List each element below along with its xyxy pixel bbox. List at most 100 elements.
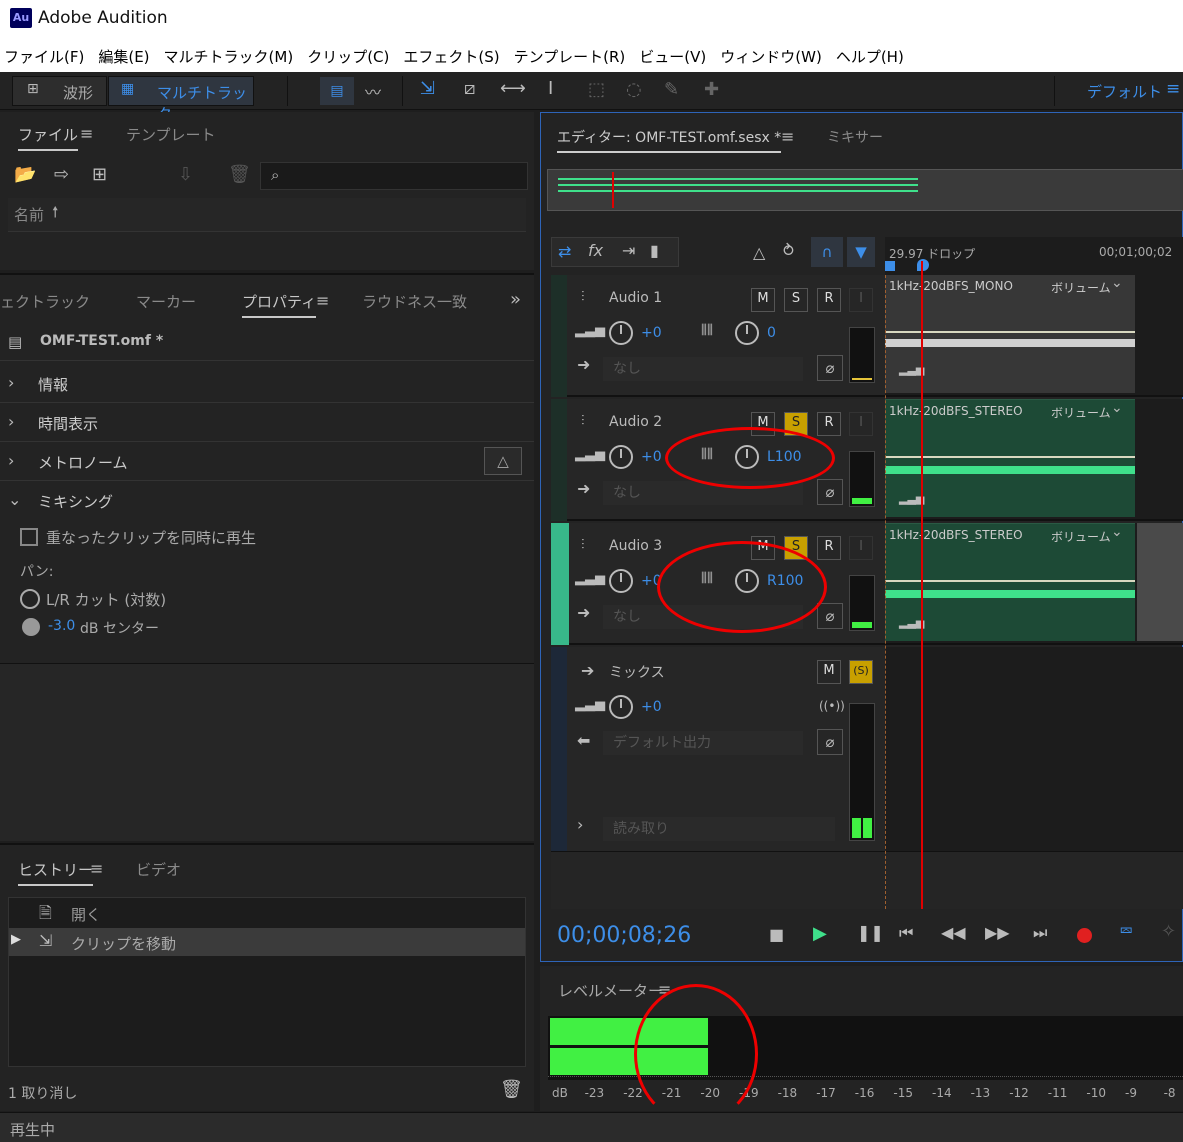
pan-option-center-radio[interactable]: [22, 618, 40, 636]
more-tabs-icon[interactable]: »: [510, 289, 521, 310]
insert-icon[interactable]: ⇩: [178, 164, 193, 185]
solo-button[interactable]: S: [784, 288, 808, 312]
history-item[interactable]: 🗎 開く: [9, 898, 525, 927]
brush-tool-icon[interactable]: ✎: [664, 79, 679, 100]
workspace-label[interactable]: デフォルト: [1087, 81, 1162, 102]
record-arm-button[interactable]: R: [817, 536, 841, 560]
trash-icon[interactable]: 🗑: [500, 1079, 523, 1100]
automation-mode-select[interactable]: 読み取り: [603, 817, 835, 841]
menu-window[interactable]: ウィンドウ(W): [720, 46, 822, 67]
menu-clip[interactable]: クリップ(C): [307, 46, 389, 67]
loop-icon[interactable]: ⥁: [783, 241, 794, 260]
tab-history[interactable]: ヒストリー: [18, 859, 94, 886]
metronome-toggle-icon[interactable]: △: [753, 243, 765, 262]
tab-templates[interactable]: テンプレート: [126, 124, 216, 145]
chevron-down-icon[interactable]: ⌄: [1111, 400, 1123, 416]
skip-previous-icon[interactable]: ⏮: [899, 923, 913, 943]
marquee-tool-icon[interactable]: ⬚: [588, 79, 605, 100]
volume-value[interactable]: +0: [641, 325, 662, 341]
volume-knob[interactable]: [609, 569, 633, 593]
menu-effects[interactable]: エフェクト(S): [403, 46, 499, 67]
input-select[interactable]: なし: [603, 357, 803, 381]
input-monitor-button[interactable]: I: [849, 412, 873, 436]
menu-multitrack[interactable]: マルチトラック(M): [164, 46, 294, 67]
inputs-outputs-icon[interactable]: ⇄: [558, 242, 571, 261]
move-tool-icon[interactable]: ⇲: [420, 78, 435, 99]
solo-safe-button[interactable]: (S): [849, 660, 873, 684]
track-name[interactable]: Audio 3: [609, 538, 662, 554]
session-overview[interactable]: [547, 169, 1183, 211]
tab-loudness-match[interactable]: ラウドネス一致: [362, 291, 467, 312]
chevron-down-icon[interactable]: ⌄: [1111, 524, 1123, 540]
pan-knob[interactable]: [735, 321, 759, 345]
chevron-down-icon[interactable]: ⌄: [1111, 275, 1123, 291]
effects-icon[interactable]: fx: [588, 241, 603, 260]
new-file-icon[interactable]: ⊞: [92, 164, 107, 185]
lasso-tool-icon[interactable]: ◌: [626, 79, 642, 100]
track-name[interactable]: Audio 2: [609, 414, 662, 430]
record-arm-button[interactable]: R: [817, 288, 841, 312]
menu-view[interactable]: ビュー(V): [639, 46, 706, 67]
tab-effects-rack[interactable]: ェクトラック: [0, 291, 90, 312]
snap-icon[interactable]: ∩: [811, 237, 843, 267]
section-metronome[interactable]: › メトロノーム △: [0, 443, 534, 481]
clip-param[interactable]: ボリューム: [1051, 404, 1111, 421]
pause-icon[interactable]: ❚❚: [857, 923, 884, 942]
properties-menu-icon[interactable]: ≡: [316, 291, 329, 310]
files-panel-menu-icon[interactable]: ≡: [80, 124, 93, 143]
tab-properties[interactable]: プロパティ: [242, 291, 317, 318]
eq-icon[interactable]: ▮: [650, 241, 659, 260]
workspace-menu-icon[interactable]: ≡: [1166, 79, 1180, 99]
mute-button[interactable]: M: [817, 660, 841, 684]
import-file-icon[interactable]: ⇨: [54, 164, 69, 185]
phase-invert-icon[interactable]: ⌀: [817, 479, 843, 505]
volume-knob[interactable]: [609, 321, 633, 345]
phase-invert-icon[interactable]: ⌀: [817, 729, 843, 755]
multitrack-view-button[interactable]: ▦ マルチトラック: [108, 76, 254, 123]
menu-edit[interactable]: 編集(E): [98, 46, 149, 67]
waveform-view-button[interactable]: ⊞ 波形: [12, 76, 107, 106]
marker-icon[interactable]: ▼: [847, 237, 875, 267]
chevron-right-icon[interactable]: ›: [577, 815, 583, 834]
delete-icon[interactable]: 🗑: [228, 164, 251, 185]
menu-file[interactable]: ファイル(F): [4, 46, 84, 67]
pan-value[interactable]: 0: [767, 325, 776, 341]
mute-button[interactable]: M: [751, 288, 775, 312]
play-icon[interactable]: ▶: [813, 923, 827, 944]
clip-param[interactable]: ボリューム: [1051, 279, 1111, 296]
clip-param[interactable]: ボリューム: [1051, 528, 1111, 545]
slip-tool-icon[interactable]: ⟷: [500, 78, 526, 99]
volume-knob[interactable]: [609, 445, 633, 469]
skip-next-icon[interactable]: ⏭: [1033, 923, 1047, 943]
razor-tool-icon[interactable]: ⧄: [464, 78, 475, 99]
loop-start-marker[interactable]: [885, 261, 895, 271]
section-info[interactable]: › 情報: [0, 365, 534, 403]
tab-editor[interactable]: エディター: OMF-TEST.omf.sesx *: [557, 127, 782, 153]
tab-mixer[interactable]: ミキサー: [827, 127, 883, 147]
volume-value[interactable]: +0: [641, 699, 662, 715]
volume-value[interactable]: +0: [641, 449, 662, 465]
tab-files[interactable]: ファイル: [18, 124, 79, 151]
column-name[interactable]: 名前: [14, 204, 44, 225]
skip-selection-icon[interactable]: ✧: [1161, 921, 1176, 942]
track-name[interactable]: Audio 1: [609, 290, 662, 306]
stop-icon[interactable]: ■: [769, 925, 784, 944]
output-select[interactable]: デフォルト出力: [603, 731, 803, 755]
open-file-icon[interactable]: 📂: [14, 164, 36, 185]
timeline-ruler[interactable]: 29.97 ドロップ 00;01;00;02: [885, 237, 1183, 275]
playhead-handle[interactable]: [917, 259, 929, 271]
volume-knob[interactable]: [609, 695, 633, 719]
pitch-display-icon[interactable]: 〰: [365, 79, 381, 103]
sends-icon[interactable]: ⇥: [622, 241, 635, 260]
record-icon[interactable]: [1077, 928, 1092, 943]
section-mixing[interactable]: ⌄ ミキシング: [0, 482, 534, 520]
section-time-display[interactable]: › 時間表示: [0, 404, 534, 442]
loop-playback-icon[interactable]: ⮹: [1119, 921, 1133, 942]
pan-option-lr-radio[interactable]: [20, 589, 40, 609]
record-arm-button[interactable]: R: [817, 412, 841, 436]
history-menu-icon[interactable]: ≡: [90, 859, 103, 878]
input-monitor-button[interactable]: I: [849, 536, 873, 560]
spot-healing-tool-icon[interactable]: ✚: [704, 79, 719, 100]
spectral-display-icon[interactable]: ▤: [320, 77, 354, 105]
menu-help[interactable]: ヘルプ(H): [836, 46, 904, 67]
